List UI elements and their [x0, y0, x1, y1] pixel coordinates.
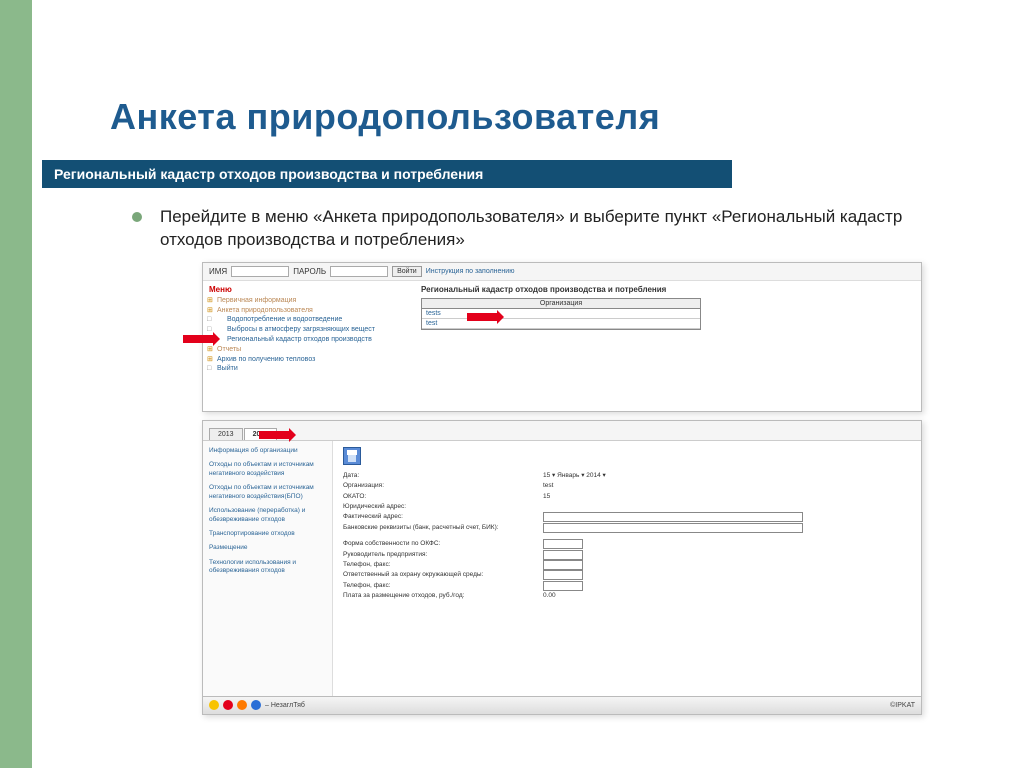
- arrow-icon: [467, 313, 497, 321]
- fact-addr-input[interactable]: [543, 512, 803, 522]
- bullet-row: Перейдите в меню «Анкета природопользова…: [132, 206, 1014, 252]
- phone2-input[interactable]: [543, 581, 583, 591]
- embedded-screenshots: ИМЯ ПАРОЛЬ Войти Инструкция по заполнени…: [202, 262, 922, 715]
- fee-value: 0.00: [543, 591, 911, 601]
- password-label: ПАРОЛЬ: [293, 267, 326, 276]
- date-label: Дата:: [343, 471, 543, 481]
- name-input[interactable]: [231, 266, 289, 277]
- opera-icon[interactable]: [223, 700, 233, 710]
- nav-item[interactable]: Использование (переработка) и обезврежив…: [209, 507, 326, 524]
- tree-item[interactable]: Водопотребление и водоотведение: [209, 315, 407, 325]
- left-stripe: [0, 0, 32, 768]
- okato-value: 15: [543, 492, 911, 502]
- left-nav: Информация об организации Отходы по объе…: [203, 441, 333, 696]
- bullet-text: Перейдите в меню «Анкета природопользова…: [160, 206, 960, 252]
- resp-input[interactable]: [543, 570, 583, 580]
- help-link[interactable]: Инструкция по заполнению: [426, 268, 515, 275]
- table-row[interactable]: tests: [422, 309, 700, 319]
- save-icon[interactable]: [343, 447, 361, 465]
- year-tabs: 2013 2013: [203, 421, 921, 441]
- phone2-label: Телефон, факс:: [343, 581, 543, 591]
- nav-item[interactable]: Отходы по объектам и источникам негативн…: [209, 484, 326, 501]
- date-year[interactable]: 2014: [586, 472, 600, 479]
- legal-addr-label: Юридический адрес:: [343, 502, 543, 512]
- bullet-icon: [132, 212, 142, 222]
- ownership-label: Форма собственности по ОКФС:: [343, 539, 543, 549]
- org-label: Организация:: [343, 481, 543, 491]
- date-month[interactable]: Январь: [557, 472, 579, 479]
- head-input[interactable]: [543, 550, 583, 560]
- tree-item[interactable]: Анкета природопользователя: [209, 306, 407, 316]
- nav-item[interactable]: Транспортирование отходов: [209, 530, 326, 538]
- screenshot-bottom: 2013 2013 Информация об организации Отхо…: [202, 420, 922, 715]
- slide-content: Анкета природопользователя Региональный …: [72, 0, 1014, 768]
- head-label: Руководитель предприятия:: [343, 550, 543, 560]
- fact-addr-label: Фактический адрес:: [343, 512, 543, 522]
- tree-item[interactable]: Архив по получению тепловоз: [209, 355, 407, 365]
- nav-item[interactable]: Размещение: [209, 544, 326, 552]
- org-value: test: [543, 481, 911, 491]
- phone-input[interactable]: [543, 560, 583, 570]
- ie-icon[interactable]: [251, 700, 261, 710]
- fee-label: Плата за размещение отходов, руб./год:: [343, 591, 543, 601]
- taskbar: – НезаглТяб ©IPKAT: [203, 696, 921, 714]
- ownership-input[interactable]: [543, 539, 583, 549]
- tree-item[interactable]: Выйти: [209, 364, 407, 374]
- nav-item[interactable]: Отходы по объектам и источникам негативн…: [209, 461, 326, 478]
- brand-label: ©IPKAT: [890, 702, 915, 709]
- tab-2013a[interactable]: 2013: [209, 428, 243, 440]
- bank-input[interactable]: [543, 523, 803, 533]
- cadastre-panel: Региональный кадастр отходов производств…: [413, 281, 921, 411]
- nav-item[interactable]: Информация об организации: [209, 447, 326, 455]
- date-day[interactable]: 15: [543, 472, 550, 479]
- org-table: Организация tests test: [421, 298, 701, 330]
- menu-tree: Меню Первичная информация Анкета природо…: [203, 281, 413, 411]
- password-input[interactable]: [330, 266, 388, 277]
- cadastre-title: Региональный кадастр отходов производств…: [421, 285, 913, 294]
- login-button[interactable]: Войти: [392, 266, 422, 277]
- name-label: ИМЯ: [209, 267, 227, 276]
- tree-item[interactable]: Выбросы в атмосферу загрязняющих вещест: [209, 325, 407, 335]
- resp-label: Ответственный за охрану окружающей среды…: [343, 570, 543, 580]
- screenshot-top: ИМЯ ПАРОЛЬ Войти Инструкция по заполнени…: [202, 262, 922, 412]
- menu-heading: Меню: [209, 285, 407, 294]
- table-row[interactable]: test: [422, 319, 700, 329]
- bank-label: Банковские реквизиты (банк, расчетный сч…: [343, 523, 543, 533]
- firefox-icon[interactable]: [237, 700, 247, 710]
- tree-item[interactable]: Отчеты: [209, 345, 407, 355]
- slide-title: Анкета природопользователя: [110, 96, 1014, 138]
- legal-addr-value: [543, 502, 911, 512]
- org-header: Организация: [422, 299, 700, 309]
- chrome-icon[interactable]: [209, 700, 219, 710]
- nav-item[interactable]: Технологии использования и обезвреживани…: [209, 559, 326, 576]
- taskbar-app[interactable]: – НезаглТяб: [265, 702, 305, 709]
- tree-item[interactable]: Первичная информация: [209, 296, 407, 306]
- login-bar: ИМЯ ПАРОЛЬ Войти Инструкция по заполнени…: [203, 263, 921, 281]
- arrow-icon: [259, 431, 289, 439]
- form-area: Дата:15 ▾ Январь ▾ 2014 ▾ Организация:te…: [333, 441, 921, 696]
- phone-label: Телефон, факс:: [343, 560, 543, 570]
- arrow-icon: [183, 335, 213, 343]
- okato-label: ОКАТО:: [343, 492, 543, 502]
- tree-item[interactable]: Региональный кадастр отходов производств: [209, 335, 407, 345]
- subtitle-bar: Региональный кадастр отходов производств…: [42, 160, 732, 188]
